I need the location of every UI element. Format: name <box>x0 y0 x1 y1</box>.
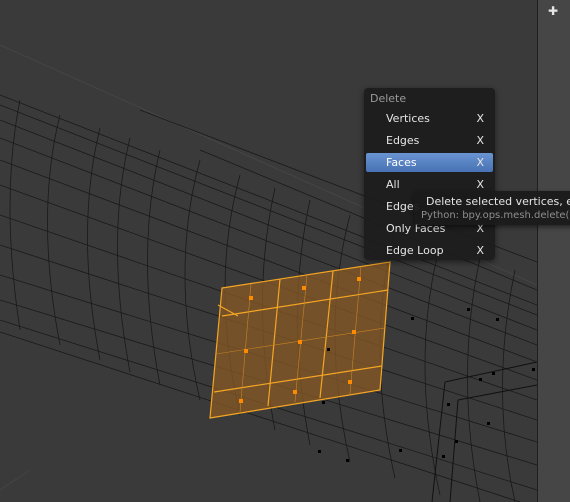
menu-item-edge-loop[interactable]: Edge Loop X <box>366 241 493 260</box>
menu-item-faces[interactable]: Faces X <box>366 153 493 172</box>
menu-item-label: All <box>386 178 400 191</box>
tooltip-python: Python: bpy.ops.mesh.delete(t <box>421 210 570 221</box>
menu-title: Delete <box>370 92 407 105</box>
plus-icon[interactable]: ✚ <box>546 4 560 18</box>
menu-item-shortcut: X <box>476 244 484 257</box>
menu-item-label: Faces <box>386 156 417 169</box>
menu-item-vertices[interactable]: Vertices X <box>366 109 493 128</box>
menu-item-edges[interactable]: Edges X <box>366 131 493 150</box>
properties-strip: ✚ <box>537 0 570 502</box>
delete-menu: Delete Vertices X Edges X Faces X All X … <box>364 88 495 260</box>
menu-item-shortcut: X <box>476 112 484 125</box>
menu-item-shortcut: X <box>476 156 484 169</box>
menu-item-label: Edge Loop <box>386 244 444 257</box>
menu-item-shortcut: X <box>476 134 484 147</box>
tooltip-description: Delete selected vertices, edg <box>426 195 570 208</box>
menu-item-label: Edges <box>386 134 420 147</box>
tooltip: Delete selected vertices, edg Python: bp… <box>414 191 570 225</box>
menu-item-label: Vertices <box>386 112 430 125</box>
